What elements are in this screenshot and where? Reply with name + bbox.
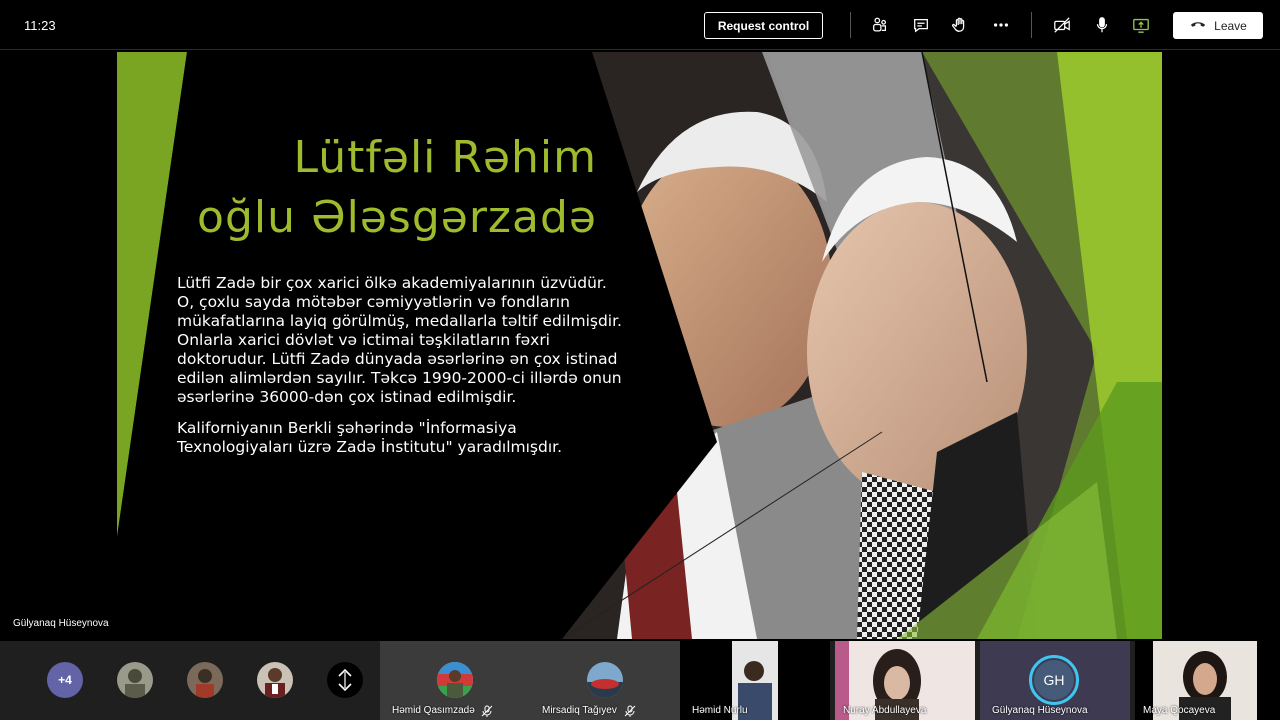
leave-button[interactable]: Leave [1173,12,1263,39]
avatar[interactable] [187,662,223,698]
presentation-slide: Lütfəli Rəhim oğlu Ələsgərzadə Lütfi Zad… [117,52,1162,639]
leave-label: Leave [1214,18,1247,33]
microphone-icon[interactable] [1091,14,1113,36]
more-options-icon[interactable] [990,14,1012,36]
avatar[interactable] [117,662,153,698]
camera-off-icon[interactable] [1051,14,1073,36]
phone-hangup-icon [1189,15,1207,36]
avatar [587,662,623,698]
scroll-participants-button[interactable] [327,662,363,698]
participant-tile[interactable]: GH Gülyanaq Hüseynova [980,641,1130,720]
more-participants-badge[interactable]: +4 [47,662,83,698]
participant-tile[interactable]: Maya Qocayeva [1135,641,1280,720]
slide-body: Lütfi Zadə bir çox xarici ölkə akademiya… [177,274,627,469]
slide-title-line2: oğlu Ələsgərzadə [197,192,597,243]
mic-off-icon [624,705,636,717]
participant-tile[interactable]: Nuray Abdullayeva [835,641,975,720]
avatar[interactable] [257,662,293,698]
slide-paragraph: Lütfi Zadə bir çox xarici ölkə akademiya… [177,274,622,406]
participant-name: Həmid Qasımzadə [392,705,475,716]
speaking-indicator: GH [1029,655,1079,705]
participants-icon[interactable] [869,14,891,36]
share-screen-icon[interactable] [1130,14,1152,36]
slide-title-line1: Lütfəli Rəhim [293,132,597,183]
participant-tile[interactable]: Mirsadiq Tağıyev [530,641,680,720]
presenter-name-label: Gülyanaq Hüseynova [13,618,109,629]
slide-title: Lütfəli Rəhim oğlu Ələsgərzadə [177,128,597,248]
meeting-toolbar: 11:23 Request control Leave [0,0,1280,50]
participant-name: Nuray Abdullayeva [843,705,927,716]
participant-name: Həmid Nurlu [692,705,748,716]
chat-icon[interactable] [910,14,932,36]
request-control-button[interactable]: Request control [704,12,823,39]
avatar [437,662,473,698]
toolbar-divider [1031,12,1032,38]
avatar-initials: GH [1034,660,1074,700]
participant-gallery: +4 Həmid Qasımzadə Mirsadiq Tağıyev Həmi… [0,641,1280,720]
toolbar-divider [850,12,851,38]
meeting-timer: 11:23 [24,18,56,33]
chevron-up-down-icon [338,668,352,692]
shared-screen-area: Lütfəli Rəhim oğlu Ələsgərzadə Lütfi Zad… [0,51,1280,640]
raise-hand-icon[interactable] [949,14,971,36]
participant-tile[interactable]: Həmid Qasımzadə [380,641,530,720]
participant-name: Mirsadiq Tağıyev [542,705,617,716]
participant-name: Gülyanaq Hüseynova [992,705,1088,716]
mic-off-icon [481,705,493,717]
slide-paragraph: Kaliforniyanın Berkli şəhərində "İnforma… [177,419,563,456]
participant-tile[interactable]: Həmid Nurlu [680,641,830,720]
participant-name: Maya Qocayeva [1143,705,1216,716]
